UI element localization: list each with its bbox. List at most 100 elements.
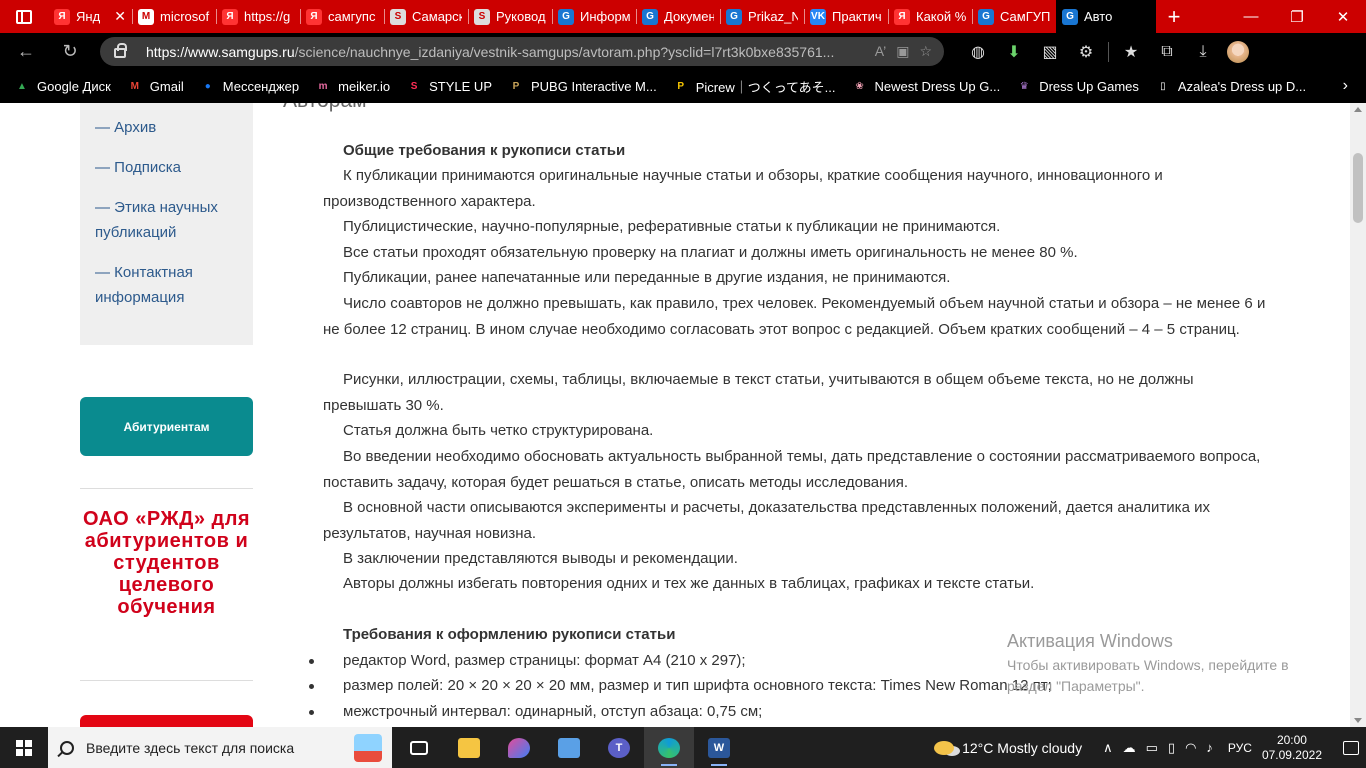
downloads-icon[interactable]: ⤓ <box>1185 43 1221 61</box>
browser-tab[interactable]: Яhttps://g <box>216 0 300 33</box>
browser-tab[interactable]: Ясамгупс <box>300 0 384 33</box>
paragraph: Публикации, ранее напечатанные или перед… <box>343 269 951 286</box>
tab-favicon-icon: G <box>978 8 994 25</box>
sidebar-item-archive[interactable]: — Архив <box>95 115 238 140</box>
globe-icon[interactable]: ◍ <box>960 42 996 62</box>
activation-watermark-text: Чтобы активировать Windows, перейдите в … <box>1007 657 1289 694</box>
new-tab-button[interactable]: + <box>1156 0 1192 33</box>
refresh-icon[interactable]: ↻ <box>52 37 88 67</box>
bookmark-item[interactable]: ▯ Azalea's Dress up D... <box>1155 77 1306 96</box>
bookmark-label: Newest Dress Up G... <box>874 79 1001 94</box>
browser-tab[interactable]: S Руковод <box>468 0 552 33</box>
battery-icon[interactable]: ▯ <box>1168 740 1175 756</box>
list-item: межстрочный интервал: одинарный, отступ … <box>309 699 1273 725</box>
start-button[interactable] <box>0 727 48 768</box>
section-heading-general: Общие требования к рукописи статьи <box>343 142 626 159</box>
tab-favicon-icon: S <box>474 8 490 25</box>
search-highlight-icon[interactable] <box>354 733 382 762</box>
browser-tab[interactable]: G Авто <box>1056 0 1156 33</box>
tab-label: Янд <box>76 9 101 24</box>
taskbar-apps: T W <box>394 727 744 768</box>
favorites-icon[interactable]: ★ <box>1113 42 1149 62</box>
weather-widget[interactable]: 12°C Mostly cloudy <box>934 740 1082 756</box>
sidebar-item-subscription[interactable]: — Подписка <box>95 155 238 180</box>
rzd-banner[interactable]: ОАО «РЖД» для абитуриентов и студентов ц… <box>80 508 253 618</box>
close-window-icon[interactable]: ✕ <box>1320 0 1366 33</box>
device-icon[interactable]: ▭ <box>1146 740 1158 756</box>
bookmark-label: meiker.io <box>338 79 391 94</box>
scrollbar-thumb[interactable] <box>1353 153 1363 223</box>
browser-tab[interactable]: Mmicrosof <box>132 0 216 33</box>
tab-favicon-icon: M <box>138 8 154 25</box>
wifi-icon[interactable]: ◠ <box>1185 740 1196 756</box>
volume-icon[interactable]: ♪ <box>1206 740 1213 755</box>
read-aloud-icon[interactable]: A’ <box>875 43 886 60</box>
chevron-up-icon[interactable]: ∧ <box>1103 740 1113 756</box>
back-icon[interactable]: ← <box>8 37 44 67</box>
paragraph: Статья должна быть четко структурирована… <box>343 422 654 439</box>
word-icon[interactable]: W <box>694 727 744 768</box>
browser-tab[interactable]: Я Янд ✕ <box>48 0 132 33</box>
red-banner[interactable] <box>80 715 253 727</box>
clock[interactable]: 20:00 07.09.2022 <box>1262 733 1322 763</box>
bookmark-item[interactable]: S STYLE UP <box>406 77 492 96</box>
divider <box>80 488 253 489</box>
sidebar-item-contacts[interactable]: — Контактная информация <box>95 260 238 310</box>
tab-strip: Я Янд ✕ Mmicrosof Яhttps://g Ясамгупс S Самарск… <box>0 0 1366 33</box>
teams-icon[interactable]: T <box>594 727 644 768</box>
applicants-button[interactable]: Абитуриентам <box>80 397 253 456</box>
task-view-icon[interactable] <box>394 727 444 768</box>
bookmark-item[interactable]: P Picrew｜つくってあそ... <box>673 77 836 96</box>
paragraph: Рисунки, иллюстрации, схемы, таблицы, вк… <box>323 371 1194 414</box>
paragraph: К публикации принимаются оригинальные на… <box>323 167 1163 210</box>
address-bar[interactable]: https://www.samgups.ru/science/nauchnye_… <box>100 37 944 66</box>
chevron-right-icon[interactable]: › <box>1343 77 1348 95</box>
browser-tab[interactable]: G Информ <box>552 0 636 33</box>
onedrive-icon[interactable]: ☁ <box>1123 740 1136 756</box>
tab-label: Докумен <box>664 9 714 24</box>
paint-icon[interactable] <box>494 727 544 768</box>
bookmark-label: Picrew｜つくってあそ... <box>695 80 836 95</box>
restore-icon[interactable]: ❐ <box>1274 0 1320 33</box>
bookmark-item[interactable]: ● Мессенджер <box>200 77 299 96</box>
edge-icon[interactable] <box>644 727 694 768</box>
bookmark-item[interactable]: ▲ Google Диск <box>14 77 111 96</box>
profile-avatar[interactable] <box>1227 40 1249 63</box>
language-indicator[interactable]: РУС <box>1228 741 1252 755</box>
browser-tab[interactable]: G СамГУПС <box>972 0 1056 33</box>
browser-tab[interactable]: Я Какой % <box>888 0 972 33</box>
immersive-reader-icon[interactable]: ▣ <box>896 43 909 60</box>
collections-icon[interactable]: ⧉ <box>1149 43 1185 61</box>
bookmark-item[interactable]: P PUBG Interactive M... <box>508 77 657 96</box>
browser-tab[interactable]: S Самарск <box>384 0 468 33</box>
bookmark-item[interactable]: m meiker.io <box>315 77 390 96</box>
download-extension-icon[interactable]: ⬇ <box>996 42 1032 62</box>
tab-actions-button[interactable] <box>0 0 48 33</box>
url-host: https://www.samgups.ru <box>146 43 295 60</box>
bookmark-item[interactable]: ♛ Dress Up Games <box>1016 77 1139 96</box>
tab-label: Информ <box>580 9 630 24</box>
page-scrollbar[interactable] <box>1350 103 1366 727</box>
scroll-down-icon[interactable] <box>1354 718 1362 723</box>
notifications-icon[interactable] <box>1336 740 1366 755</box>
collections-ext-icon[interactable]: ▧ <box>1032 42 1068 62</box>
browser-tab[interactable]: G Докумен <box>636 0 720 33</box>
minimize-icon[interactable]: — <box>1228 0 1274 33</box>
bookmark-label: Dress Up Games <box>1039 79 1139 94</box>
photos-icon[interactable] <box>544 727 594 768</box>
file-explorer-icon[interactable] <box>444 727 494 768</box>
taskbar-search[interactable]: Введите здесь текст для поиска <box>48 727 392 768</box>
extensions-icon[interactable]: ⚙ <box>1068 42 1104 62</box>
bookmark-icon: S <box>410 81 418 92</box>
browser-tab[interactable]: G Prikaz_N <box>720 0 804 33</box>
browser-tab[interactable]: VK Практич <box>804 0 888 33</box>
scroll-up-icon[interactable] <box>1354 107 1362 112</box>
sidebar-item-ethics[interactable]: — Этика научных публикаций <box>95 195 238 245</box>
tab-close-icon[interactable]: ✕ <box>114 8 126 25</box>
url-text[interactable]: https://www.samgups.ru/science/nauchnye_… <box>146 44 836 60</box>
bookmark-item[interactable]: M Gmail <box>127 77 184 96</box>
add-favorite-icon[interactable]: ☆ <box>919 43 932 60</box>
bookmark-item[interactable]: ❀ Newest Dress Up G... <box>852 77 1001 96</box>
bookmark-icon: m <box>318 81 328 92</box>
bookmark-icon: ❀ <box>855 81 864 92</box>
